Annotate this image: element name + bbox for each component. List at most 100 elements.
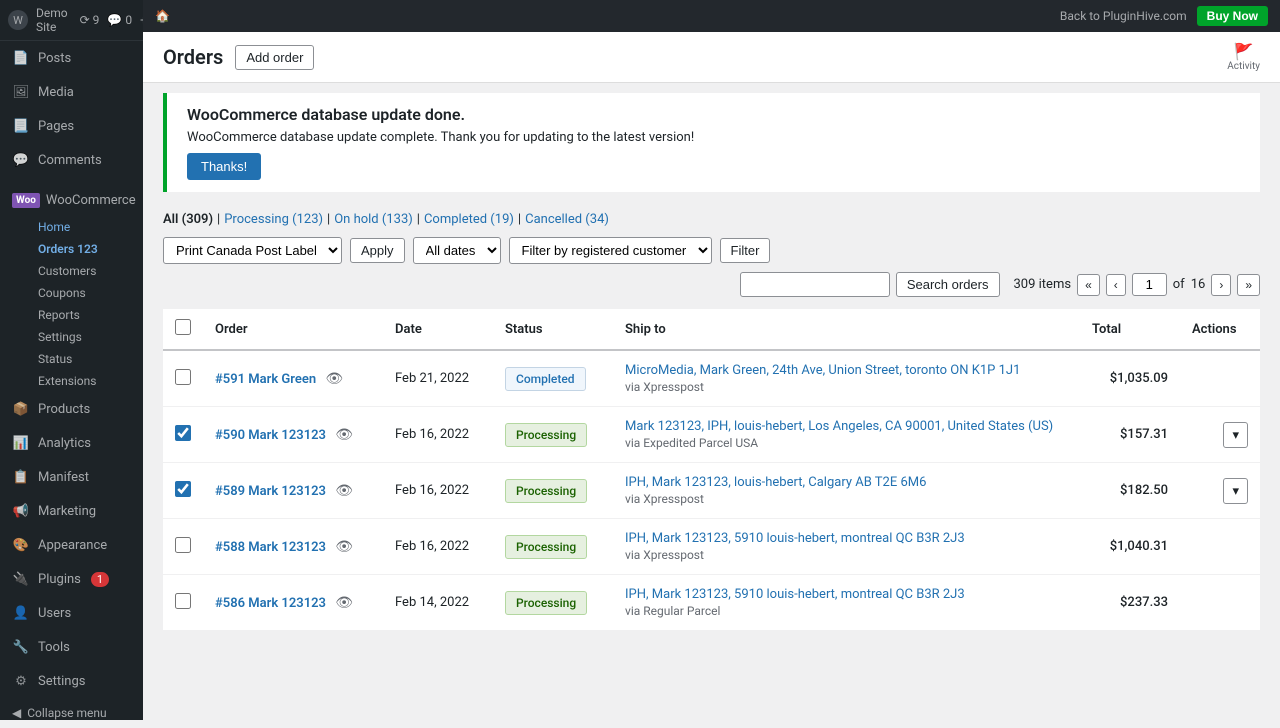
status-badge-3: Processing	[505, 535, 587, 559]
filter-tab-processing[interactable]: Processing (123)	[224, 212, 323, 227]
toolbar: Print Canada Post Label Apply All dates …	[163, 237, 1260, 297]
row-status-cell: Processing	[493, 519, 613, 575]
sidebar-item-pages[interactable]: 📃 Pages	[0, 109, 143, 143]
sidebar-sub-customers[interactable]: Customers	[0, 260, 143, 282]
sidebar-item-products[interactable]: 📦 Products	[0, 392, 143, 426]
row-order-cell: #589 Mark 123123 👁	[203, 463, 383, 519]
row-total-cell: $1,040.31	[1080, 519, 1180, 575]
users-icon: 👤	[12, 604, 30, 622]
sidebar-item-users[interactable]: 👤 Users	[0, 596, 143, 630]
status-badge-1: Processing	[505, 423, 587, 447]
row-checkbox-3[interactable]	[175, 537, 191, 553]
last-page-button[interactable]: »	[1237, 274, 1260, 296]
products-icon: 📦	[12, 400, 30, 418]
site-name[interactable]: Demo Site	[36, 6, 68, 34]
comments-count[interactable]: 💬 0	[107, 13, 132, 27]
row-status-cell: Processing	[493, 463, 613, 519]
preview-icon-1[interactable]: 👁	[335, 427, 353, 443]
row-checkbox-1[interactable]	[175, 425, 191, 441]
notice-message: WooCommerce database update complete. Th…	[187, 130, 694, 145]
row-date-cell: Feb 16, 2022	[383, 519, 493, 575]
sidebar-sub-orders[interactable]: Orders 123	[0, 238, 143, 260]
woocommerce-notice: WooCommerce database update done. WooCom…	[163, 93, 1260, 192]
order-link-4[interactable]: #586 Mark 123123	[215, 596, 326, 611]
filter-tab-all[interactable]: All (309)	[163, 212, 213, 227]
row-shipto-cell: IPH, Mark 123123, 5910 louis-hebert, mon…	[613, 519, 1080, 575]
sidebar-item-comments[interactable]: 💬 Comments	[0, 143, 143, 177]
row-checkbox-4[interactable]	[175, 593, 191, 609]
preview-icon-3[interactable]: 👁	[335, 539, 353, 555]
sidebar-item-marketing[interactable]: 📢 Marketing	[0, 494, 143, 528]
row-checkbox-cell	[163, 407, 203, 463]
sidebar-item-analytics[interactable]: 📊 Analytics	[0, 426, 143, 460]
media-icon: 🖼	[12, 83, 30, 101]
add-order-button[interactable]: Add order	[235, 45, 314, 70]
sidebar-item-plugins[interactable]: 🔌 Plugins 1	[0, 562, 143, 596]
customer-filter-select[interactable]: Filter by registered customer	[509, 237, 712, 264]
sidebar-sub-settings[interactable]: Settings	[0, 326, 143, 348]
action-btn-2[interactable]: ▾	[1223, 478, 1248, 504]
back-to-pluginhive-link[interactable]: Back to PluginHive.com	[1060, 9, 1187, 23]
row-total-cell: $1,035.09	[1080, 350, 1180, 407]
sidebar-sub-extensions[interactable]: Extensions	[0, 370, 143, 392]
preview-icon-0[interactable]: 👁	[325, 371, 343, 387]
sidebar-item-posts[interactable]: 📄 Posts	[0, 41, 143, 75]
orders-content: All (309) | Processing (123) | On hold (…	[143, 202, 1280, 641]
date-filter-select[interactable]: All dates	[413, 237, 501, 264]
top-bar-left: 🏠	[155, 9, 170, 23]
action-btn-1[interactable]: ▾	[1223, 422, 1248, 448]
activity-button[interactable]: 🚩 Activity	[1227, 42, 1260, 72]
preview-icon-2[interactable]: 👁	[335, 483, 353, 499]
preview-icon-4[interactable]: 👁	[335, 595, 353, 611]
select-all-checkbox[interactable]	[175, 319, 191, 335]
row-actions-cell: ▾	[1180, 463, 1260, 519]
current-page-input[interactable]	[1132, 273, 1167, 296]
row-checkbox-cell	[163, 463, 203, 519]
sidebar-item-appearance[interactable]: 🎨 Appearance	[0, 528, 143, 562]
row-checkbox-2[interactable]	[175, 481, 191, 497]
search-orders-button[interactable]: Search orders	[896, 272, 1000, 297]
search-input[interactable]	[740, 272, 890, 297]
notice-title: WooCommerce database update done.	[187, 105, 694, 124]
sidebar-item-settings[interactable]: ⚙ Settings	[0, 664, 143, 698]
sidebar-item-woocommerce[interactable]: Woo WooCommerce	[0, 185, 143, 216]
row-actions-cell	[1180, 519, 1260, 575]
first-page-button[interactable]: «	[1077, 274, 1100, 296]
filter-button[interactable]: Filter	[720, 238, 771, 263]
filter-tab-cancelled[interactable]: Cancelled (34)	[525, 212, 609, 227]
apply-button[interactable]: Apply	[350, 238, 405, 263]
sidebar-sub-coupons[interactable]: Coupons	[0, 282, 143, 304]
order-link-2[interactable]: #589 Mark 123123	[215, 484, 326, 499]
next-page-button[interactable]: ›	[1211, 274, 1231, 296]
comments-icon: 💬	[12, 151, 30, 169]
ship-via-2: via Xpresspost	[625, 492, 1068, 506]
row-status-cell: Processing	[493, 575, 613, 631]
order-link-0[interactable]: #591 Mark Green	[215, 372, 316, 387]
row-shipto-cell: Mark 123123, IPH, louis-hebert, Los Ange…	[613, 407, 1080, 463]
row-total-cell: $157.31	[1080, 407, 1180, 463]
th-actions: Actions	[1180, 309, 1260, 350]
order-link-1[interactable]: #590 Mark 123123	[215, 428, 326, 443]
sidebar-sub-status[interactable]: Status	[0, 348, 143, 370]
filter-tab-on-hold[interactable]: On hold (133)	[334, 212, 413, 227]
filter-tab-completed[interactable]: Completed (19)	[424, 212, 514, 227]
order-link-3[interactable]: #588 Mark 123123	[215, 540, 326, 555]
sidebar-sub-home[interactable]: Home	[0, 216, 143, 238]
th-total: Total	[1080, 309, 1180, 350]
sidebar-sub-reports[interactable]: Reports	[0, 304, 143, 326]
sidebar-item-tools[interactable]: 🔧 Tools	[0, 630, 143, 664]
collapse-menu-button[interactable]: ◀ Collapse menu	[0, 698, 143, 728]
total-amount-4: $237.33	[1120, 595, 1168, 610]
tools-icon: 🔧	[12, 638, 30, 656]
top-bar: 🏠 Back to PluginHive.com Buy Now	[143, 0, 1280, 32]
table-row: #586 Mark 123123 👁 Feb 14, 2022 Processi…	[163, 575, 1260, 631]
buy-now-button[interactable]: Buy Now	[1197, 6, 1268, 26]
bulk-action-select[interactable]: Print Canada Post Label	[163, 237, 342, 264]
row-checkbox-0[interactable]	[175, 369, 191, 385]
thanks-button[interactable]: Thanks!	[187, 153, 261, 180]
sidebar-item-manifest[interactable]: 📋 Manifest	[0, 460, 143, 494]
prev-page-button[interactable]: ‹	[1106, 274, 1126, 296]
sidebar-item-media[interactable]: 🖼 Media	[0, 75, 143, 109]
updates-count[interactable]: ⟳ 9	[80, 13, 100, 27]
status-badge-0: Completed	[505, 367, 586, 391]
